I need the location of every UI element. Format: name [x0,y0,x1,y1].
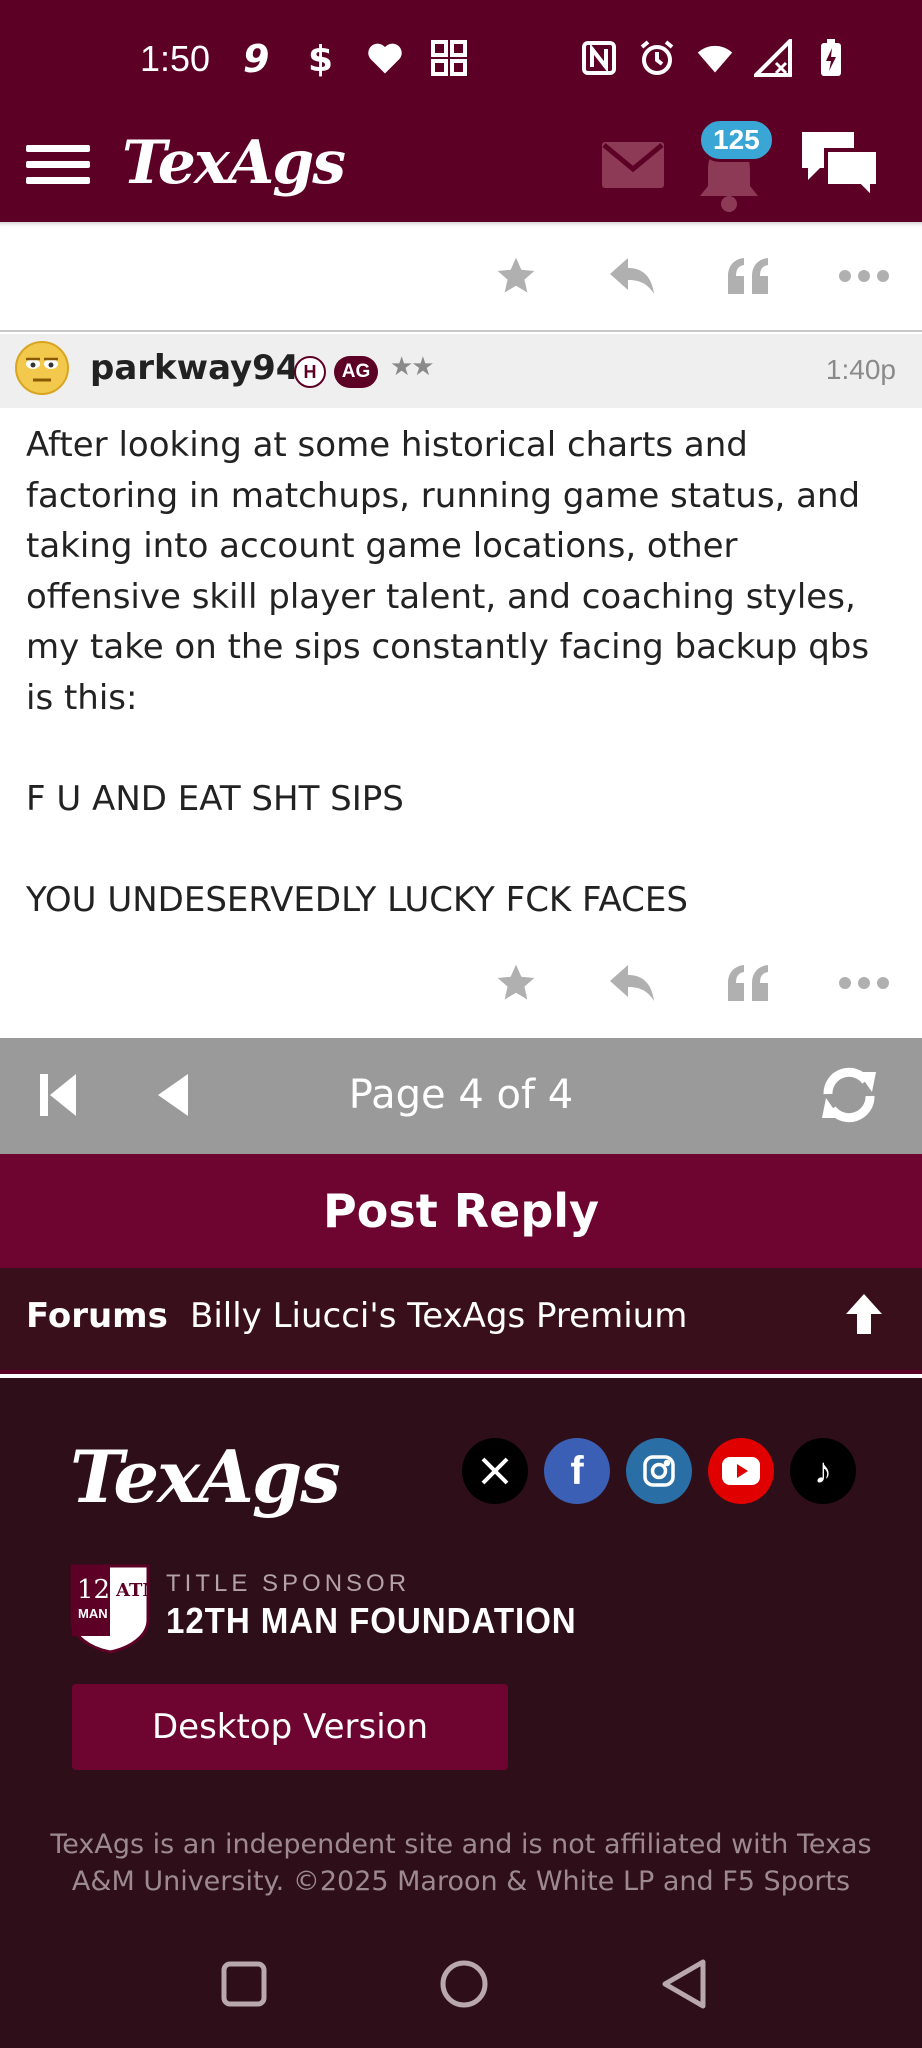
post-paragraph: F U AND EAT SHT SIPS [26,778,404,819]
footer-texags-logo[interactable]: TexAgs [70,1434,341,1519]
post-body: After looking at some historical charts … [26,420,896,976]
mail-icon[interactable] [602,142,664,192]
post-reply-button[interactable]: Post Reply [0,1154,922,1268]
post-paragraph: YOU UNDESERVEDLY LUCKY FCK FACES [26,879,688,920]
post-paragraph: After looking at some historical charts … [26,425,870,718]
status-left-icons: 9 $ [238,38,468,78]
more-icon[interactable] [806,943,922,1023]
svg-text:MAN: MAN [78,1606,108,1621]
home-button[interactable] [434,1954,494,2014]
svg-text:12: 12 [77,1575,110,1605]
social-links: f ♪ [462,1438,856,1504]
reply-icon[interactable] [574,943,690,1023]
breadcrumb-forums-link[interactable]: Forums [26,1296,168,1336]
chat-icon[interactable] [798,128,882,204]
user-rating-stars: ★★ [390,352,435,382]
tiktok-icon[interactable]: ♪ [790,1438,856,1504]
ag-badge: AG [334,356,378,388]
post-header: parkway94 H AG ★★ 1:40p [0,334,922,408]
svg-text:$: $ [308,39,333,78]
scroll-to-top-icon[interactable] [844,1292,884,1340]
heart-icon [366,38,404,78]
breadcrumb-current-forum[interactable]: Billy Liucci's TexAgs Premium [190,1296,687,1336]
12th-man-foundation-logo[interactable]: 12MAN ATM [70,1564,162,1658]
status-bar: 1:50 9 $ [0,0,922,118]
system-nav-bar [0,1918,922,2048]
h-badge: H [294,356,326,388]
post-time: 1:40p [825,354,896,385]
menu-icon[interactable] [26,136,90,200]
signal-icon [754,38,792,78]
desktop-version-button[interactable]: Desktop Version [72,1684,508,1770]
quote-icon[interactable] [690,236,806,316]
recents-button[interactable] [214,1954,274,2014]
breadcrumb: Forums Billy Liucci's TexAgs Premium [0,1268,922,1374]
texags-logo[interactable]: TexAgs [122,128,346,198]
instagram-icon[interactable] [626,1438,692,1504]
nine-app-icon: 9 [238,38,276,78]
back-button[interactable] [654,1954,714,2014]
refresh-icon[interactable] [816,1064,882,1130]
dollar-icon: $ [302,38,340,78]
reply-icon[interactable] [574,236,690,316]
wifi-icon [696,38,734,78]
status-time: 1:50 [140,38,211,79]
battery-charging-icon [812,38,850,78]
sponsor-name[interactable]: 12TH MAN FOUNDATION [166,1600,577,1642]
legal-text: TexAgs is an independent site and is not… [50,1829,872,1906]
x-icon[interactable] [462,1438,528,1504]
star-icon[interactable] [458,236,574,316]
notification-badge: 125 [698,118,775,162]
post-username[interactable]: parkway94 [90,348,299,388]
more-icon[interactable] [806,236,922,316]
svg-text:ATM: ATM [115,1580,150,1601]
star-icon[interactable] [458,943,574,1023]
status-right-icons [580,38,850,78]
sponsor-title: TITLE SPONSOR [166,1570,411,1597]
avatar[interactable] [14,340,70,396]
page-indicator: Page 4 of 4 [348,1072,574,1118]
grid-icon [430,38,468,78]
pagination-bar: Page 4 of 4 [0,1038,922,1154]
youtube-icon[interactable] [708,1438,774,1504]
nfc-icon [580,38,618,78]
alarm-icon [638,38,676,78]
app-header: TexAgs 125 [0,118,922,222]
post-action-bar-bottom [0,928,922,1038]
post-action-bar-top [0,222,922,332]
footer: TexAgs f ♪ 12MAN ATM TITLE SPONSOR 12TH M… [0,1378,922,1918]
facebook-icon[interactable]: f [544,1438,610,1504]
svg-text:9: 9 [243,38,269,78]
quote-icon[interactable] [690,943,806,1023]
